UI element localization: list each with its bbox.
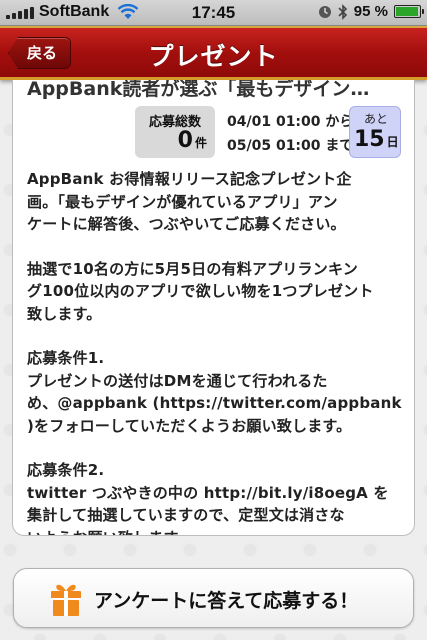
condition-heading: 応募条件1. [27,349,105,367]
start-date: 04/01 01:00 から [227,114,354,130]
description-line: グ100位以内のアプリで欲しい物を1つプレゼント [27,282,374,300]
battery-percent: 95 % [353,3,388,20]
description-line: AppBank お得情報リリース記念プレゼント企 [27,170,352,188]
campaign-title: AppBank読者が選ぶ「最もデザイン… [27,80,370,100]
entry-count-value: 0 [177,128,193,153]
description-line: twitter つぶやきの中の http://bit.ly/i8oegA を [27,483,389,502]
apply-survey-button[interactable]: アンケートに答えて応募する！ [13,568,414,628]
description-line: ケートに解答後、つぶやいてご応募ください。 [27,215,346,233]
days-remaining-value: 15 [354,127,385,152]
page-title: プレゼント [148,42,279,71]
gift-icon [51,584,81,616]
days-remaining-unit: 日 [386,135,399,149]
description-line: プレゼントの送付はDMを通じて行われるた [27,371,328,390]
condition-heading: 応募条件2. [27,461,105,479]
days-remaining-label: あと [363,112,388,126]
days-remaining-box: あと 15 日 [349,106,401,158]
status-bar: SoftBank 17:45 95 % [0,0,427,26]
clock-icon [318,5,331,18]
campaign-description: AppBank お得情報リリース記念プレゼント企 画。「最もデザインが優れている… [27,168,407,536]
battery-fill [396,7,418,16]
entry-count: 0件 [178,128,207,153]
entry-count-box: 応募総数 0件 [135,106,215,158]
navigation-bar: 戻る プレゼント [0,26,427,80]
description-line: 致します。 [27,304,102,323]
battery-icon [394,5,424,18]
description-line: 集計して抽選していますので、定型文は消さな [27,506,345,524]
days-remaining: 15 日 [354,127,399,152]
description-line: いようお願い致します。 [27,527,407,536]
stats-row: 応募総数 0件 04/01 01:00 から 05/05 01:00 まで あと… [13,104,414,162]
bluetooth-icon [338,3,347,20]
campaign-period: 04/01 01:00 から 05/05 01:00 まで [227,110,353,158]
description-paragraph: AppBank お得情報リリース記念プレゼント企 画。「最もデザインが優れている… [27,168,407,236]
description-line: )をフォローしていただくようお願い致します。 [27,416,352,435]
condition-1-paragraph: 応募条件1. プレゼントの送付はDMを通じて行われるた め、@appbank (… [27,347,407,437]
description-line: め、@appbank (https://twitter.com/appbank [27,394,402,412]
present-detail-card[interactable]: AppBank読者が選ぶ「最もデザイン… 応募総数 0件 04/01 01:00… [12,80,415,536]
description-line: 画。「最もデザインが優れているアプリ」アン [27,192,338,211]
apply-button-label: アンケートに答えて応募する！ [94,590,359,612]
description-line: 抽選で10名の方に5月5日の有料アプリランキン [27,259,358,278]
entry-count-unit: 件 [194,136,207,150]
description-paragraph: 抽選で10名の方に5月5日の有料アプリランキン グ100位以内のアプリで欲しい物… [27,258,407,326]
end-date: 05/05 01:00 まで [227,138,354,154]
status-right: 95 % [318,3,424,20]
condition-2-paragraph: 応募条件2. twitter つぶやきの中の http://bit.ly/i8o… [27,459,407,536]
